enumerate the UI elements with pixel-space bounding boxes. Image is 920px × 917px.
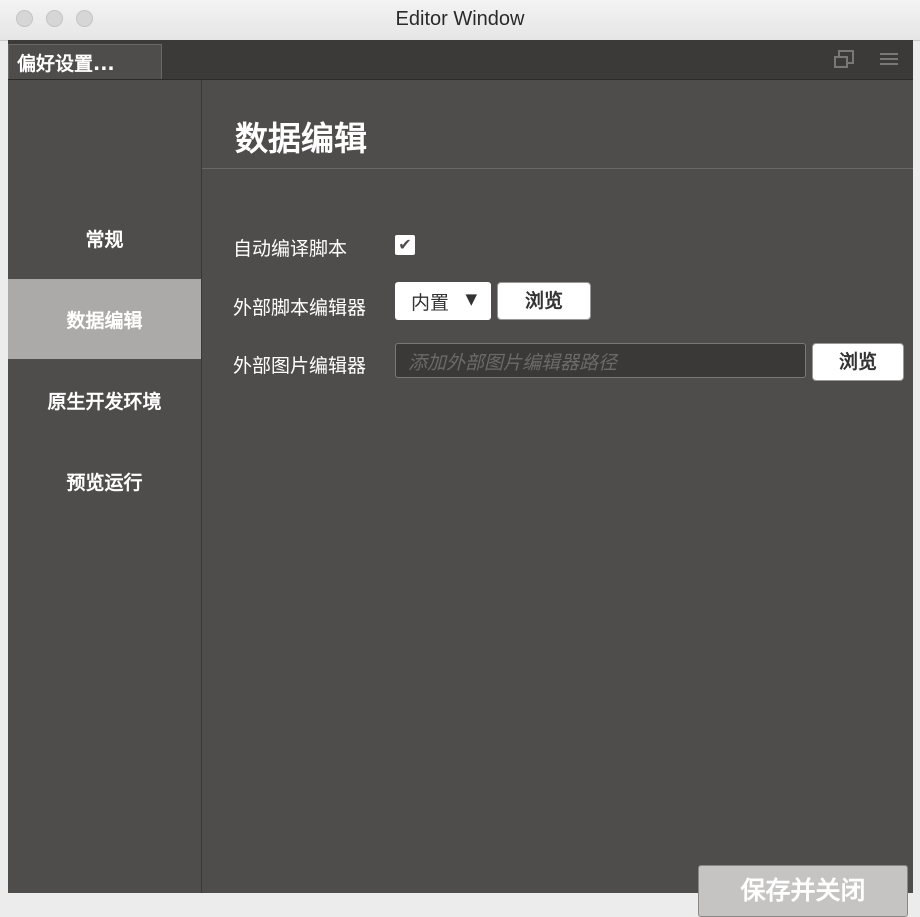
dropdown-arrow-icon: ▼ [465, 290, 477, 308]
sidebar-item-general[interactable]: 常规 [8, 198, 201, 278]
editor-panel: 偏好设置... 常规 数据编辑 原生开发环境 预览运行 数据编辑 自动编译脚本 … [8, 40, 913, 917]
page-title: 数据编辑 [235, 119, 367, 158]
checkmark-icon: ✔ [398, 235, 412, 254]
tab-bar: 偏好设置... [8, 40, 913, 80]
auto-compile-checkbox[interactable]: ✔ [395, 235, 415, 255]
image-editor-browse-button[interactable]: 浏览 [812, 343, 904, 381]
auto-compile-label: 自动编译脚本 [233, 238, 348, 260]
script-editor-selected: 内置 [411, 292, 450, 314]
sidebar-item-preview-run[interactable]: 预览运行 [8, 441, 201, 521]
menu-icon[interactable] [880, 50, 898, 68]
window-titlebar: Editor Window [0, 0, 920, 41]
sidebar-item-native-env[interactable]: 原生开发环境 [8, 360, 201, 440]
tab-preferences[interactable]: 偏好设置... [8, 44, 162, 79]
script-editor-label: 外部脚本编辑器 [233, 297, 367, 319]
script-editor-browse-button[interactable]: 浏览 [497, 282, 591, 320]
save-and-close-button[interactable]: 保存并关闭 [698, 865, 908, 917]
sidebar: 常规 数据编辑 原生开发环境 预览运行 [8, 80, 202, 893]
image-editor-path-input[interactable]: 添加外部图片编辑器路径 [395, 343, 806, 378]
settings-content: 数据编辑 自动编译脚本 ✔ 外部脚本编辑器 内置 ▼ 浏览 外部图片编辑器 添加… [202, 80, 913, 917]
window-title: Editor Window [395, 8, 525, 30]
script-editor-select[interactable]: 内置 ▼ [395, 282, 491, 320]
sidebar-item-data-edit[interactable]: 数据编辑 [8, 279, 201, 359]
divider [202, 168, 913, 169]
image-editor-label: 外部图片编辑器 [233, 355, 367, 377]
popout-icon[interactable] [834, 50, 854, 68]
